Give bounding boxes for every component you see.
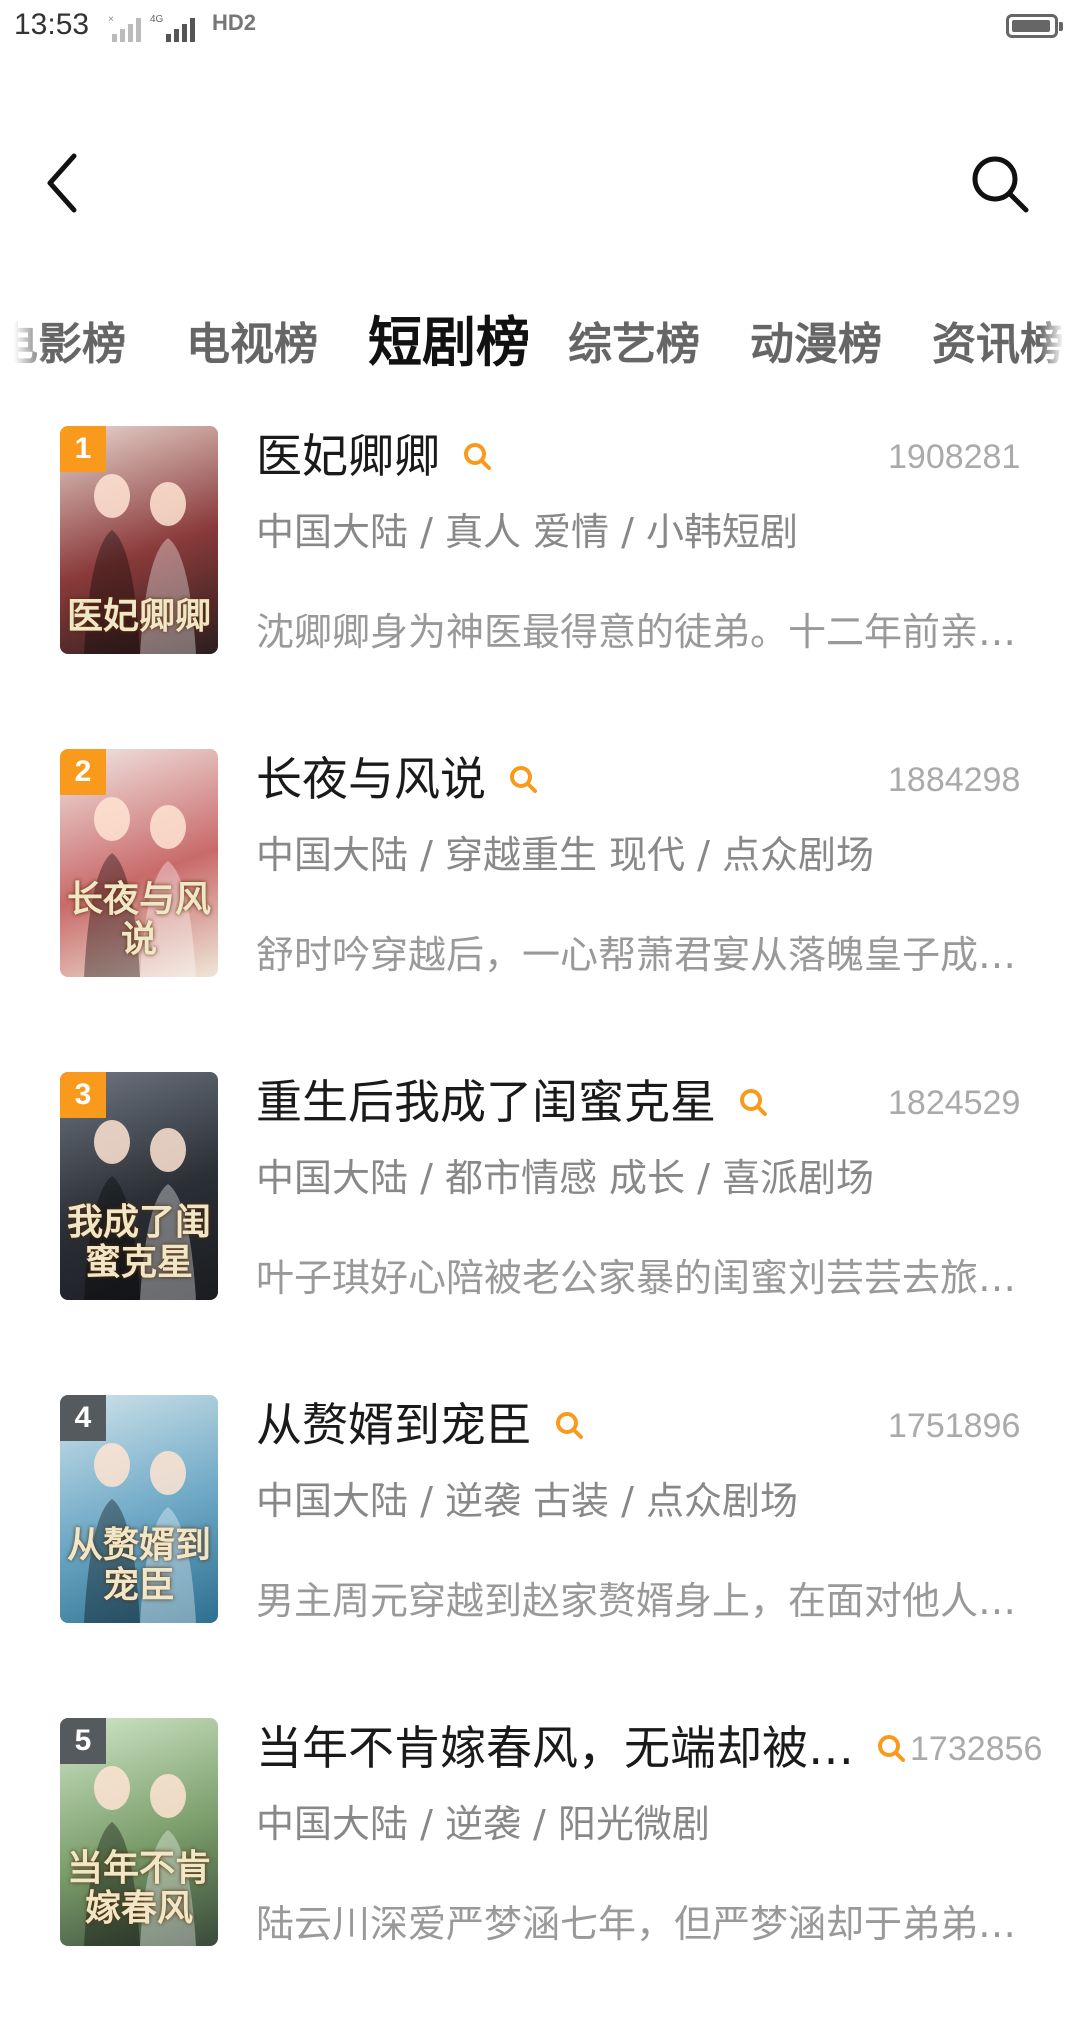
rank-badge: 4	[60, 1395, 106, 1441]
search-icon[interactable]	[876, 1733, 906, 1763]
ranking-tabs: 电影榜 电视榜 短剧榜 综艺榜 动漫榜 资讯榜	[0, 290, 1080, 380]
popularity-score: 1751896	[888, 1407, 1021, 1445]
drama-title[interactable]: 从赘婿到宠臣	[256, 1395, 532, 1455]
poster-title: 从赘婿到宠臣	[66, 1524, 211, 1606]
list-item[interactable]: 医妃卿卿 1 医妃卿卿 1908281 中国大陆 / 真人 爱情 / 小韩短剧 …	[0, 426, 1080, 726]
drama-title[interactable]: 医妃卿卿	[256, 426, 440, 486]
svg-text:4G: 4G	[150, 14, 164, 25]
rank-badge: 5	[60, 1718, 106, 1764]
svg-text:×: ×	[108, 14, 114, 25]
drama-description: 沈卿卿身为神医最得意的徒弟。十二年前亲…	[256, 610, 1017, 654]
poster-image[interactable]: 当年不肯嫁春风 5	[60, 1718, 218, 1946]
rank-badge: 2	[60, 749, 106, 795]
list-item[interactable]: 长夜与风说 2 长夜与风说 1884298 中国大陆 / 穿越重生 现代 / 点…	[0, 749, 1080, 1049]
title-row: 当年不肯嫁春风，无端却被…	[256, 1718, 906, 1778]
title-row: 重生后我成了闺蜜克星	[256, 1072, 768, 1132]
tab-tv[interactable]: 电视榜	[186, 308, 318, 372]
search-icon[interactable]	[508, 764, 538, 794]
poster-image[interactable]: 从赘婿到宠臣 4	[60, 1395, 218, 1623]
tab-fade-right	[1040, 290, 1080, 380]
drama-meta: 中国大陆 / 真人 爱情 / 小韩短剧	[256, 510, 799, 554]
popularity-score: 1908281	[888, 438, 1021, 476]
drama-meta: 中国大陆 / 逆袭 古装 / 点众剧场	[256, 1479, 799, 1523]
drama-title[interactable]: 当年不肯嫁春风，无端却被…	[256, 1718, 854, 1778]
hd-label: HD2	[212, 10, 257, 35]
list-item[interactable]: 从赘婿到宠臣 4 从赘婿到宠臣 1751896 中国大陆 / 逆袭 古装 / 点…	[0, 1395, 1080, 1695]
back-button[interactable]	[38, 148, 88, 218]
poster-title: 当年不肯嫁春风	[66, 1847, 211, 1929]
search-icon[interactable]	[554, 1410, 584, 1440]
tab-variety[interactable]: 综艺榜	[568, 308, 700, 372]
rank-badge: 3	[60, 1072, 106, 1118]
drama-title[interactable]: 长夜与风说	[256, 749, 486, 809]
drama-description: 舒时吟穿越后，一心帮萧君宴从落魄皇子成…	[256, 933, 1017, 977]
drama-description: 陆云川深爱严梦涵七年，但严梦涵却于弟弟…	[256, 1902, 1017, 1946]
poster-image[interactable]: 医妃卿卿 1	[60, 426, 218, 654]
poster-title: 长夜与风说	[66, 878, 211, 960]
search-button[interactable]	[968, 152, 1032, 216]
poster-title: 我成了闺蜜克星	[66, 1201, 211, 1283]
tab-anime[interactable]: 动漫榜	[750, 308, 882, 372]
drama-title[interactable]: 重生后我成了闺蜜克星	[256, 1072, 716, 1132]
drama-meta: 中国大陆 / 逆袭 / 阳光微剧	[256, 1802, 710, 1846]
drama-meta: 中国大陆 / 都市情感 成长 / 喜派剧场	[256, 1156, 875, 1200]
drama-description: 男主周元穿越到赵家赘婿身上，在面对他人…	[256, 1579, 1017, 1623]
rank-badge: 1	[60, 426, 106, 472]
tab-short-drama[interactable]: 短剧榜	[368, 298, 530, 377]
popularity-score: 1732856	[910, 1730, 1043, 1768]
drama-description: 叶子琪好心陪被老公家暴的闺蜜刘芸芸去旅…	[256, 1256, 1017, 1300]
chevron-left-icon	[47, 153, 77, 213]
poster-title: 医妃卿卿	[66, 595, 211, 637]
status-time: 13:53	[14, 8, 90, 41]
status-bar: 13:53 × 4G HD2	[0, 0, 1080, 56]
title-row: 医妃卿卿	[256, 426, 492, 486]
poster-image[interactable]: 长夜与风说 2	[60, 749, 218, 977]
signal-icon: ×	[108, 14, 141, 42]
search-icon[interactable]	[462, 441, 492, 471]
popularity-score: 1824529	[888, 1084, 1021, 1122]
poster-image[interactable]: 我成了闺蜜克星 3	[60, 1072, 218, 1300]
tab-fade-left	[0, 290, 46, 380]
popularity-score: 1884298	[888, 761, 1021, 799]
search-icon	[972, 156, 1029, 213]
drama-meta: 中国大陆 / 穿越重生 现代 / 点众剧场	[256, 833, 875, 877]
battery-icon	[1006, 14, 1063, 38]
title-row: 从赘婿到宠臣	[256, 1395, 584, 1455]
list-item[interactable]: 我成了闺蜜克星 3 重生后我成了闺蜜克星 1824529 中国大陆 / 都市情感…	[0, 1072, 1080, 1372]
list-item[interactable]: 当年不肯嫁春风 5 当年不肯嫁春风，无端却被… 1732856 中国大陆 / 逆…	[0, 1718, 1080, 2018]
search-icon[interactable]	[738, 1087, 768, 1117]
title-row: 长夜与风说	[256, 749, 538, 809]
signal-4g-icon: 4G	[150, 14, 195, 42]
